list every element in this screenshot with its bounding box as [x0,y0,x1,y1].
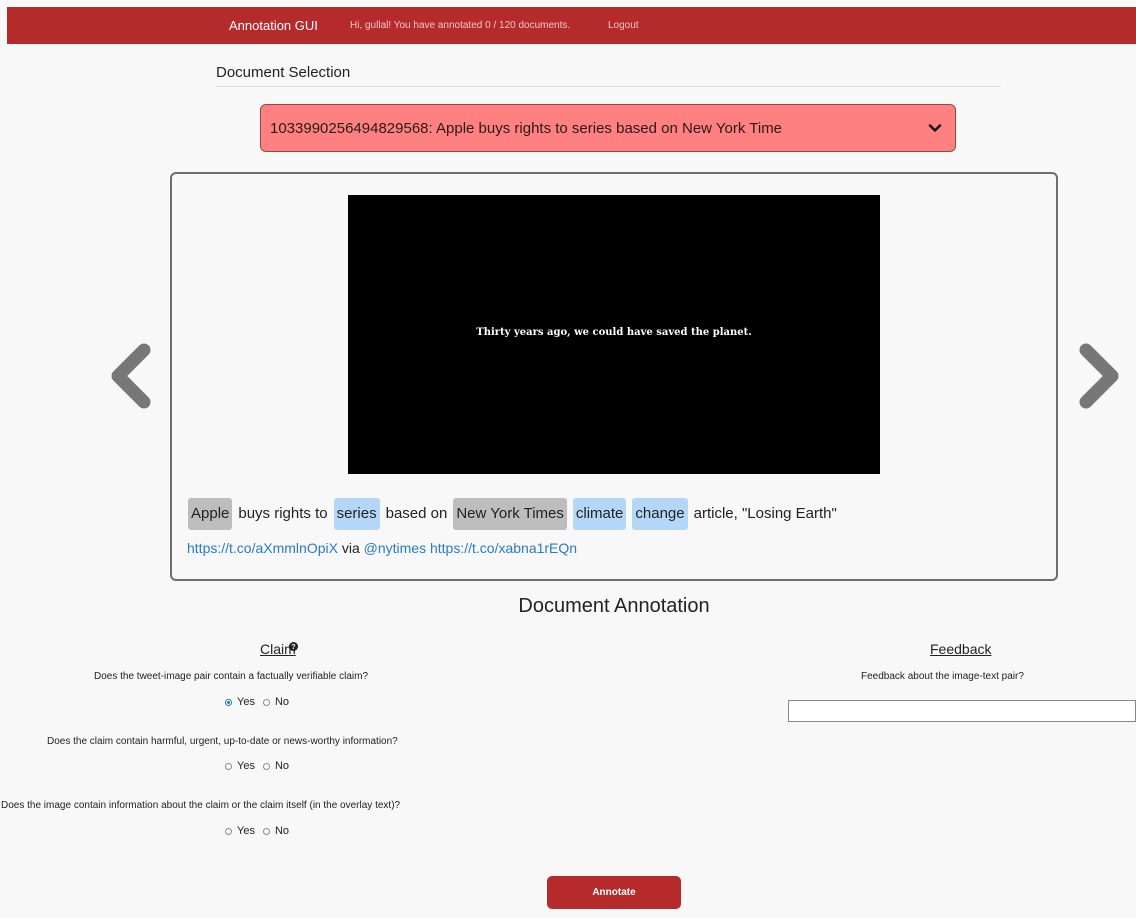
logout-link[interactable]: Logout [608,20,639,31]
radio-yes-label: Yes [237,825,255,837]
claim-question-3-options: Yes No [225,825,297,837]
radio-no[interactable] [262,762,270,770]
top-navbar: Annotation GUI Hi, gullal! You have anno… [7,7,1136,44]
radio-yes[interactable] [225,698,232,706]
annotate-button[interactable]: Annotate [547,876,681,909]
section-divider [216,86,1001,87]
claim-question-3: Does the image contain information about… [1,800,401,811]
tweet-word: buys rights to [238,505,328,522]
feedback-question: Feedback about the image-text pair? [861,671,1024,682]
tweet-word: article, "Losing Earth" [693,505,837,522]
entity-token[interactable]: change [632,498,688,530]
radio-yes-label: Yes [237,696,255,708]
entity-token[interactable]: Apple [188,498,233,530]
mention-link[interactable]: @nytimes [364,540,426,556]
radio-no[interactable] [262,827,270,835]
image-overlay-text: Thirty years ago, we could have saved th… [476,327,752,338]
question-circle-icon[interactable]: ? [289,642,298,651]
tweet-word: based on [385,505,448,522]
radio-no[interactable] [262,698,270,706]
svg-text:?: ? [291,642,295,651]
radio-yes[interactable] [225,827,232,835]
claim-question-1-options: Yes No [225,696,297,708]
tweet-text: Apple buys rights to series based on New Yor… [188,497,837,531]
document-select-value: 1033990256494829568: Apple buys rights t… [270,120,783,137]
user-greeting: Hi, gullal! You have annotated 0 / 120 d… [350,20,571,31]
document-image: Thirty years ago, we could have saved th… [348,195,880,474]
document-select[interactable]: 1033990256494829568: Apple buys rights t… [260,104,956,152]
radio-no-label: No [274,760,290,772]
radio-yes-label: Yes [237,760,255,772]
entity-token[interactable]: New York Times [453,498,567,530]
document-selection-title: Document Selection [216,64,351,81]
radio-no-label: No [274,825,290,837]
via-text: via [341,540,360,556]
claim-question-2-options: Yes No [225,760,297,772]
radio-no-label: No [274,696,290,708]
entity-token[interactable]: series [333,498,380,530]
annotation-title: Document Annotation [518,595,710,617]
feedback-input[interactable] [788,700,1136,722]
chevron-down-icon [928,124,942,132]
tweet-links: https://t.co/aXmmlnOpiX via @nytimes htt… [187,540,577,556]
chevron-left-icon[interactable] [106,342,154,410]
claim-question-1: Does the tweet-image pair contain a fact… [94,671,369,682]
tweet-link[interactable]: https://t.co/xabna1rEQn [430,540,577,556]
entity-token[interactable]: climate [572,498,627,530]
feedback-heading: Feedback [930,641,992,657]
claim-question-2: Does the claim contain harmful, urgent, … [47,736,398,747]
radio-yes[interactable] [225,762,232,770]
tweet-link[interactable]: https://t.co/aXmmlnOpiX [187,540,338,556]
chevron-right-icon[interactable] [1076,342,1124,410]
app-brand[interactable]: Annotation GUI [229,18,318,33]
